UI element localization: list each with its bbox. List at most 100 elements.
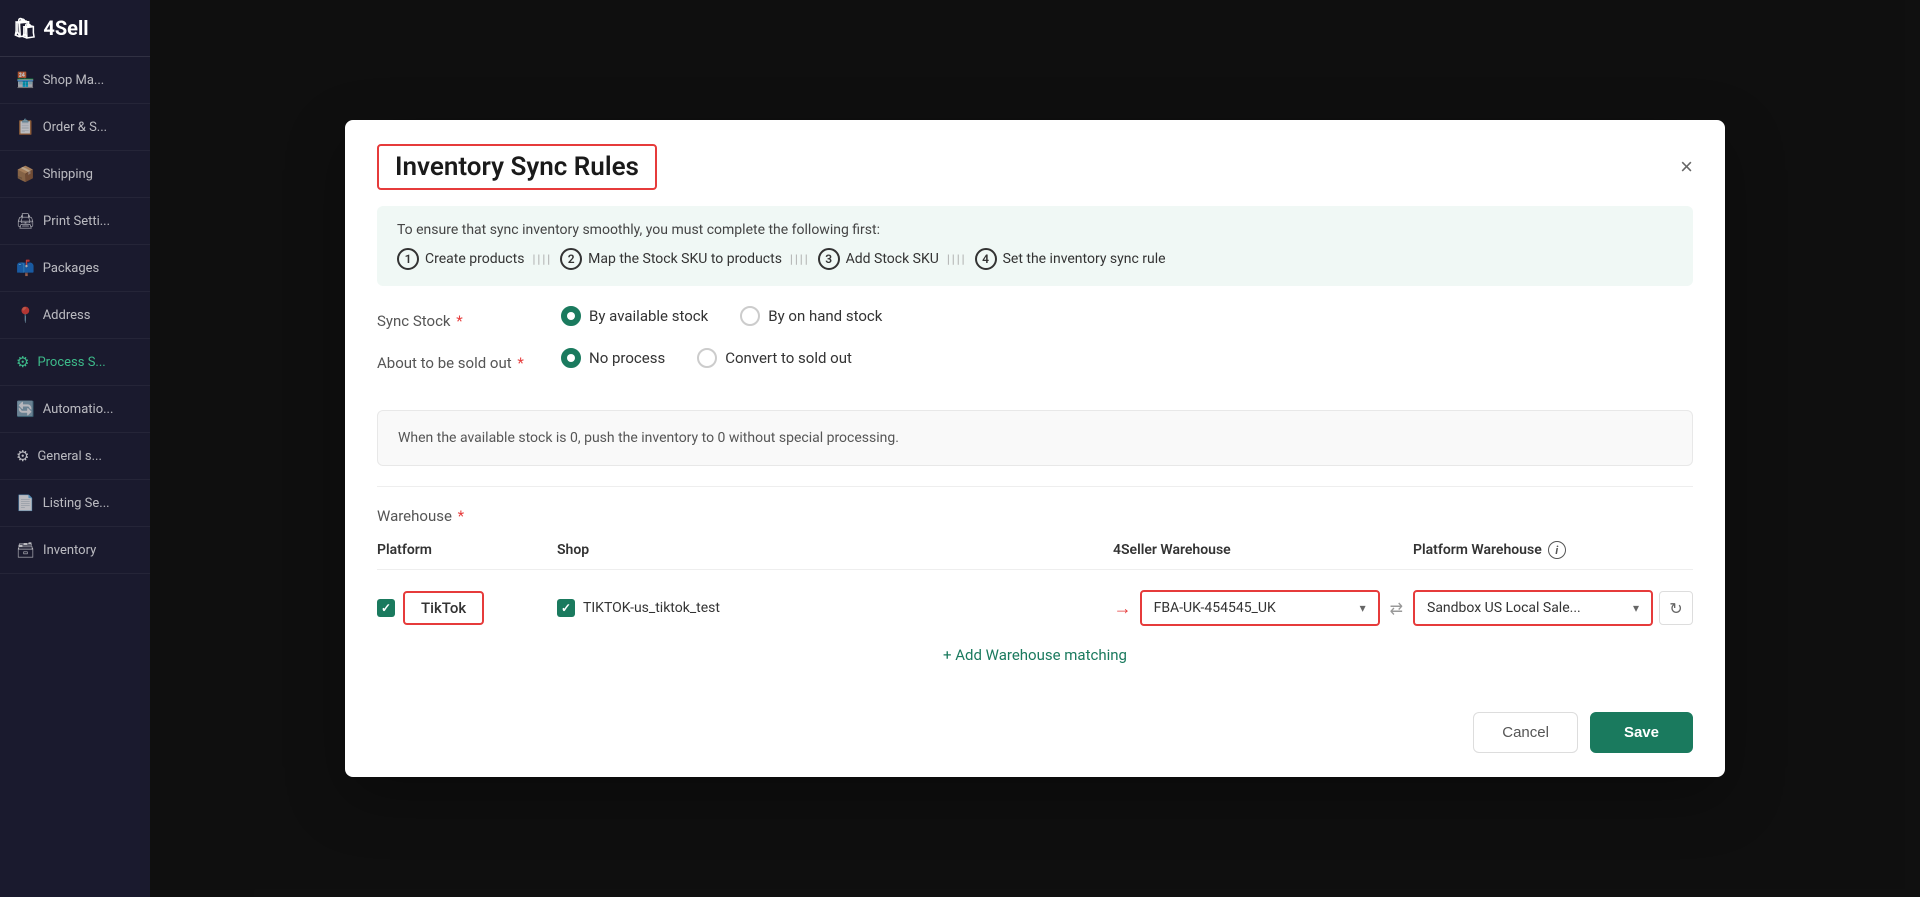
col-shop-header: Shop (557, 542, 1113, 558)
swap-icon: ⇄ (1390, 599, 1403, 618)
radio-no-process[interactable]: No process (561, 348, 665, 368)
main-area: Inventory Sync Rules × To ensure that sy… (150, 0, 1920, 897)
warehouse-table: Platform Shop 4Seller Warehouse Platform… (377, 541, 1693, 634)
sidebar-item-order-sync[interactable]: 📋 Order & S... (0, 104, 150, 151)
step-1-label: Create products (425, 251, 524, 267)
platform-name: TikTok (403, 591, 484, 625)
chevron-down-icon: ▾ (1360, 601, 1366, 615)
sidebar-icon-shipping: 📦 (16, 165, 35, 183)
sidebar-icon-listing-se: 📄 (16, 494, 35, 512)
chevron-down-icon-2: ▾ (1633, 601, 1639, 615)
table-header: Platform Shop 4Seller Warehouse Platform… (377, 541, 1693, 570)
warehouse-label: Warehouse * (377, 507, 1693, 525)
sidebar-item-address[interactable]: 📍 Address (0, 292, 150, 339)
close-button[interactable]: × (1680, 156, 1693, 178)
sidebar-item-listing-se[interactable]: 📄Listing Se... (0, 480, 150, 527)
sidebar-item-process-s[interactable]: ⚙ Process S... (0, 339, 150, 386)
arrow-icon-1: → (1114, 598, 1132, 619)
sidebar-icon-address: 📍 (16, 306, 35, 324)
info-icon: i (1548, 541, 1566, 559)
sync-stock-label: Sync Stock * (377, 306, 537, 330)
sidebar-icon-print-settings: 🖨 (16, 212, 35, 230)
sidebar-icon-inventory: 🗃 (16, 541, 35, 559)
step-1: 1 Create products (397, 248, 524, 270)
sidebar-icon-order-sync: 📋 (16, 118, 35, 136)
radio-label-on-hand: By on hand stock (768, 307, 882, 325)
step-3-label: Add Stock SKU (846, 251, 939, 267)
radio-label-no-process: No process (589, 349, 665, 367)
modal-footer: Cancel Save (345, 696, 1725, 777)
sold-out-label: About to be sold out * (377, 348, 537, 372)
shop-cell: TIKTOK-us_tiktok_test (557, 599, 1106, 617)
radio-by-available[interactable]: By available stock (561, 306, 708, 326)
step-sep-1: |||| (532, 252, 552, 266)
seller-warehouse-value: FBA-UK-454545_UK (1154, 600, 1360, 616)
add-warehouse-button[interactable]: + Add Warehouse matching (377, 634, 1693, 676)
sidebar-label-print-settings: Print Setti... (43, 214, 110, 229)
sidebar-label-address: Address (43, 308, 91, 323)
radio-by-on-hand[interactable]: By on hand stock (740, 306, 882, 326)
sync-stock-section: Sync Stock * By available stock By on ha… (345, 286, 1725, 410)
platform-warehouse-value: Sandbox US Local Sale... (1427, 600, 1633, 616)
divider (377, 486, 1693, 487)
steps: 1 Create products |||| 2 Map the Stock S… (397, 248, 1673, 270)
shop-checkbox[interactable] (557, 599, 575, 617)
platform-warehouse-select[interactable]: Sandbox US Local Sale... ▾ (1413, 590, 1653, 626)
refresh-button[interactable]: ↻ (1659, 591, 1693, 625)
sidebar-item-inventory[interactable]: 🗃 Inventory (0, 527, 150, 574)
save-button[interactable]: Save (1590, 712, 1693, 753)
sidebar-item-shop-management[interactable]: 🏪Shop Ma... (0, 57, 150, 104)
sidebar-item-general-s[interactable]: ⚙General s... (0, 433, 150, 480)
modal-title: Inventory Sync Rules (377, 144, 657, 190)
info-banner: To ensure that sync inventory smoothly, … (377, 206, 1693, 286)
step-sep-2: |||| (790, 252, 810, 266)
step-2-label: Map the Stock SKU to products (588, 251, 782, 267)
info-banner-text: To ensure that sync inventory smoothly, … (397, 222, 1673, 238)
sidebar-icon-automation: 🔄 (16, 400, 35, 418)
radio-btn-no-process[interactable] (561, 348, 581, 368)
sidebar-icon-process-s: ⚙ (16, 353, 29, 371)
platform-checkbox[interactable] (377, 599, 395, 617)
sidebar-logo: 🛍 4Sell (0, 0, 150, 57)
platform-cell: TikTok (377, 591, 557, 625)
radio-btn-on-hand[interactable] (740, 306, 760, 326)
warehouse-section: Warehouse * Platform Shop 4Seller Wareho… (345, 507, 1725, 696)
sidebar-label-process-s: Process S... (37, 355, 105, 370)
radio-label-available: By available stock (589, 307, 708, 325)
sold-out-row: About to be sold out * No process Conver… (377, 348, 1693, 372)
modal: Inventory Sync Rules × To ensure that sy… (345, 120, 1725, 777)
sidebar-label-packages: Packages (43, 261, 100, 276)
sidebar-icon-packages: 📫 (16, 259, 35, 277)
sidebar-label-shipping: Shipping (43, 167, 93, 182)
radio-btn-convert[interactable] (697, 348, 717, 368)
step-4-label: Set the inventory sync rule (1003, 251, 1166, 267)
radio-label-convert: Convert to sold out (725, 349, 852, 367)
step-sep-3: |||| (947, 252, 967, 266)
sidebar-label-general-s: General s... (37, 449, 101, 464)
seller-warehouse-select[interactable]: FBA-UK-454545_UK ▾ (1140, 590, 1380, 626)
sidebar-label-order-sync: Order & S... (43, 120, 107, 135)
sidebar-item-print-settings[interactable]: 🖨 Print Setti... (0, 198, 150, 245)
col-platform-header: Platform (377, 542, 557, 558)
radio-convert-sold-out[interactable]: Convert to sold out (697, 348, 852, 368)
table-row: TikTok TIKTOK-us_tiktok_test → FBA-UK-45… (377, 582, 1693, 634)
cancel-button[interactable]: Cancel (1473, 712, 1578, 753)
sidebar-item-automation[interactable]: 🔄 Automatio... (0, 386, 150, 433)
radio-btn-available[interactable] (561, 306, 581, 326)
step-3: 3 Add Stock SKU (818, 248, 939, 270)
sidebar-label-inventory: Inventory (43, 543, 96, 558)
sidebar: 🛍 4Sell 🏪Shop Ma... 📋 Order & S... 📦 Shippin… (0, 0, 150, 897)
sidebar-item-packages[interactable]: 📫 Packages (0, 245, 150, 292)
info-text: When the available stock is 0, push the … (398, 430, 899, 446)
sidebar-label-automation: Automatio... (43, 402, 114, 417)
shop-name: TIKTOK-us_tiktok_test (583, 600, 720, 616)
sold-out-radio-group: No process Convert to sold out (561, 348, 852, 368)
sync-stock-radio-group: By available stock By on hand stock (561, 306, 882, 326)
modal-overlay: Inventory Sync Rules × To ensure that sy… (150, 0, 1920, 897)
modal-header: Inventory Sync Rules × (345, 120, 1725, 206)
info-text-box: When the available stock is 0, push the … (377, 410, 1693, 466)
sidebar-icon-shop-management: 🏪 (16, 71, 35, 89)
step-2: 2 Map the Stock SKU to products (560, 248, 782, 270)
sync-stock-row: Sync Stock * By available stock By on ha… (377, 306, 1693, 330)
sidebar-item-shipping[interactable]: 📦 Shipping (0, 151, 150, 198)
